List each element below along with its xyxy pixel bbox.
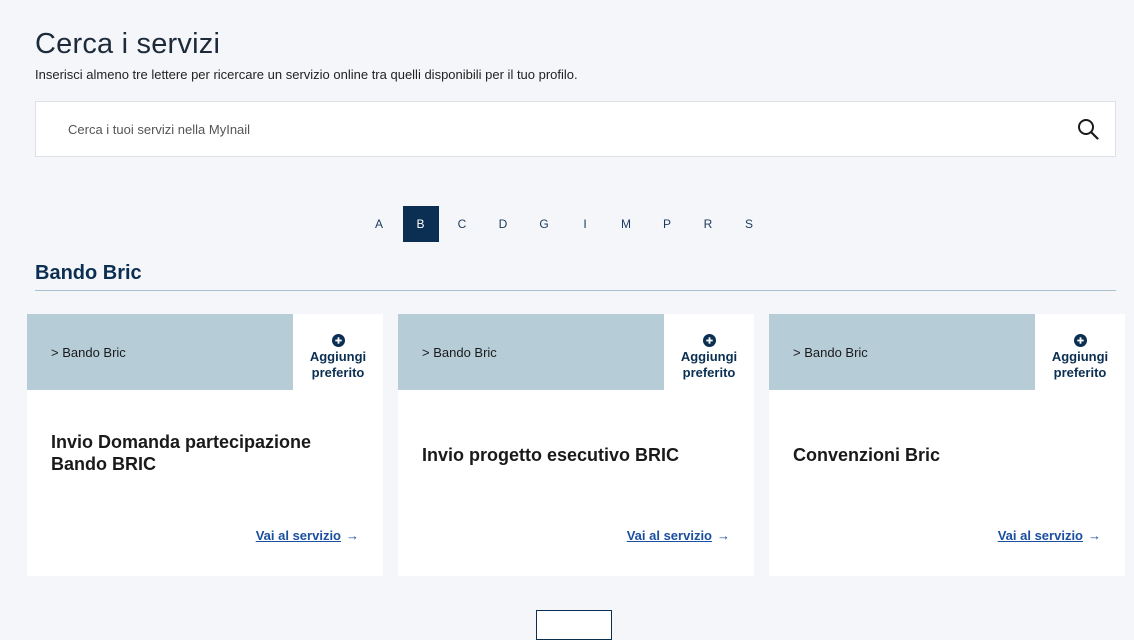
plus-circle-icon [332,334,345,347]
card-breadcrumb: > Bando Bric [422,345,497,360]
search-box [35,101,1116,157]
arrow-right-icon: → [1088,528,1101,543]
letter-p[interactable]: P [647,206,688,242]
add-favorite-line2: preferito [682,365,736,380]
go-to-service-link[interactable]: Vai al servizio → [998,528,1101,543]
arrow-right-icon: → [346,528,359,543]
add-favorite-line1: Aggiungi [309,349,367,364]
add-favorite-label: Aggiungi preferito [664,349,754,381]
page-title: Cerca i servizi [35,28,221,60]
add-favorite-label: Aggiungi preferito [1035,349,1125,381]
card-header: > Bando Bric [27,314,293,390]
service-card: > Bando Bric Aggiungi preferito Invio Do… [27,314,383,576]
letter-s[interactable]: S [729,206,770,242]
card-title: Invio Domanda partecipazione Bando BRIC [51,432,312,474]
letter-b[interactable]: B [402,206,439,242]
alphabet-filter: A B C D G I M P R S [0,206,1134,242]
add-favorite-button[interactable]: Aggiungi preferito [664,314,754,390]
service-card: > Bando Bric Aggiungi preferito Convenzi… [769,314,1125,576]
service-card: > Bando Bric Aggiungi preferito Invio pr… [398,314,754,576]
go-to-service-link[interactable]: Vai al servizio → [256,528,359,543]
go-to-service-link[interactable]: Vai al servizio → [627,528,730,543]
card-header: > Bando Bric [769,314,1035,390]
letter-a[interactable]: A [359,206,400,242]
add-favorite-line1: Aggiungi [680,349,738,364]
letter-c[interactable]: C [442,206,483,242]
load-more-button[interactable] [536,610,612,640]
arrow-right-icon: → [717,528,730,543]
letter-m[interactable]: M [606,206,647,242]
card-header: > Bando Bric [398,314,664,390]
letter-d[interactable]: D [483,206,524,242]
card-breadcrumb: > Bando Bric [51,345,126,360]
add-favorite-button[interactable]: Aggiungi preferito [293,314,383,390]
services-page: Cerca i servizi Inserisci almeno tre let… [0,0,1134,640]
add-favorite-label: Aggiungi preferito [293,349,383,381]
add-favorite-line2: preferito [1053,365,1107,380]
plus-circle-icon [1074,334,1087,347]
section-divider [35,290,1116,291]
add-favorite-line2: preferito [311,365,365,380]
search-input[interactable] [52,102,1068,156]
card-breadcrumb: > Bando Bric [793,345,868,360]
page-subtitle: Inserisci almeno tre lettere per ricerca… [35,67,578,82]
letter-i[interactable]: I [565,206,606,242]
plus-circle-icon [703,334,716,347]
search-icon[interactable] [1077,118,1099,140]
card-title: Convenzioni Bric [793,445,941,465]
letter-g[interactable]: G [524,206,565,242]
section-title: Bando Bric [35,262,142,284]
go-to-service-label: Vai al servizio [255,528,341,543]
go-to-service-label: Vai al servizio [997,528,1083,543]
go-to-service-label: Vai al servizio [626,528,712,543]
card-title: Invio progetto esecutivo BRIC [422,445,680,465]
letter-r[interactable]: R [688,206,729,242]
add-favorite-button[interactable]: Aggiungi preferito [1035,314,1125,390]
add-favorite-line1: Aggiungi [1051,349,1109,364]
